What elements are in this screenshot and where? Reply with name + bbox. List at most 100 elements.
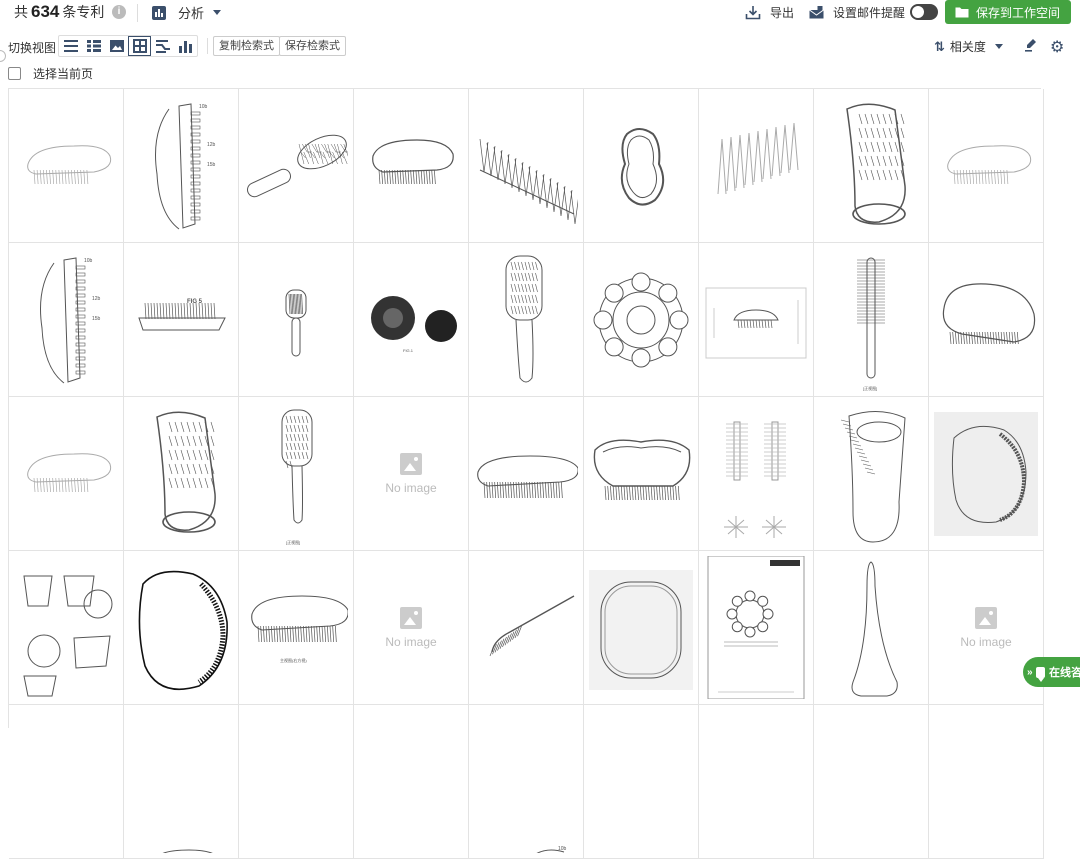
patent-thumbnail[interactable]: [929, 705, 1044, 859]
patent-drawing-image: [589, 570, 693, 690]
patent-image-grid: 10b 12b 15b 10b 12b 15b FIG 5 FIG.1 [正视图] [正视图] N…: [8, 88, 1044, 859]
patent-thumbnail-no-image[interactable]: No image: [354, 397, 469, 551]
patent-thumbnail[interactable]: 10b 12b 15b: [124, 89, 239, 243]
info-icon[interactable]: i: [112, 5, 126, 19]
patent-thumbnail[interactable]: [584, 551, 699, 705]
mail-bell-icon: [809, 6, 824, 19]
patent-thumbnail[interactable]: 主视图(右方视): [239, 551, 354, 705]
patent-drawing-image: 10b: [536, 846, 567, 853]
patent-thumbnail[interactable]: [9, 705, 124, 859]
detail-list-view-button[interactable]: [82, 36, 105, 56]
patent-drawing-image: [162, 849, 213, 853]
svg-text:主视图(右方视): 主视图(右方视): [280, 657, 307, 663]
copy-query-button[interactable]: 复制检索式: [213, 36, 280, 56]
patent-thumbnail[interactable]: 10b 12b 15b: [9, 243, 124, 397]
patent-thumbnail[interactable]: [239, 89, 354, 243]
grid-view-button[interactable]: [128, 36, 151, 56]
chevron-down-icon: [213, 10, 222, 15]
patent-drawing-image: [947, 145, 1032, 185]
svg-text:12b: 12b: [207, 142, 216, 148]
save-to-workspace-button[interactable]: 保存到工作空间: [945, 0, 1071, 24]
patent-thumbnail[interactable]: [929, 89, 1044, 243]
svg-text:FIG.1: FIG.1: [403, 348, 414, 353]
chevron-down-icon: [994, 44, 1003, 49]
patent-drawing-image: [正视图]: [281, 409, 313, 545]
patent-thumbnail[interactable]: [354, 705, 469, 859]
patent-drawing-image: [840, 411, 906, 543]
patent-thumbnail[interactable]: [699, 89, 814, 243]
patent-thumbnail[interactable]: [814, 551, 929, 705]
patent-drawing-image: [244, 710, 348, 853]
patent-thumbnail[interactable]: [正视图]: [239, 397, 354, 551]
patent-thumbnail[interactable]: [699, 243, 814, 397]
patent-thumbnail[interactable]: [正视图]: [814, 243, 929, 397]
patent-thumbnail[interactable]: [584, 705, 699, 859]
patent-drawing-image: [479, 138, 578, 225]
patent-thumbnail[interactable]: [584, 89, 699, 243]
patent-drawing-image: [846, 103, 906, 225]
analysis-dropdown[interactable]: 分析: [152, 3, 222, 22]
patent-thumbnail[interactable]: [584, 397, 699, 551]
no-image-placeholder: No image: [354, 551, 468, 704]
patent-drawing-image: [934, 412, 1038, 536]
download-icon: [745, 6, 761, 20]
patent-thumbnail[interactable]: [929, 397, 1044, 551]
patent-thumbnail[interactable]: FIG.1: [354, 243, 469, 397]
email-alert-setting[interactable]: 设置邮件提醒: [809, 4, 905, 21]
patent-drawing-image: [620, 128, 665, 206]
patent-thumbnail[interactable]: [584, 243, 699, 397]
image-view-button[interactable]: [105, 36, 128, 56]
patent-thumbnail[interactable]: [699, 551, 814, 705]
patent-drawing-image: [724, 421, 786, 538]
patent-drawing-image: [707, 556, 805, 699]
patent-thumbnail[interactable]: [469, 243, 584, 397]
online-chat-button[interactable]: » 在线咨询: [1023, 657, 1080, 687]
patent-thumbnail[interactable]: [929, 243, 1044, 397]
patent-thumbnail[interactable]: [354, 89, 469, 243]
export-button[interactable]: 导出: [745, 4, 794, 21]
save-query-button[interactable]: 保存检索式: [279, 36, 346, 56]
patent-drawing-image: [589, 710, 693, 853]
svg-text:10b: 10b: [84, 258, 93, 264]
patent-thumbnail[interactable]: [124, 705, 239, 859]
compare-view-button[interactable]: [151, 36, 174, 56]
analysis-label: 分析: [178, 6, 205, 21]
patent-thumbnail[interactable]: [469, 397, 584, 551]
patent-thumbnail[interactable]: 10b: [469, 705, 584, 859]
toolbar: 切换视图 复制检索式 保存检索式 ⇅ 相关度 ⚙: [0, 33, 1080, 59]
patent-thumbnail[interactable]: [239, 243, 354, 397]
highlight-pen-icon[interactable]: [1024, 38, 1038, 52]
patent-thumbnail[interactable]: [699, 397, 814, 551]
patent-thumbnail[interactable]: FIG 5: [124, 243, 239, 397]
patent-thumbnail[interactable]: [469, 551, 584, 705]
patent-drawing-image: [851, 561, 898, 697]
select-page-row: 选择当前页: [8, 65, 93, 82]
patent-thumbnail[interactable]: [699, 705, 814, 859]
patent-thumbnail[interactable]: [9, 397, 124, 551]
switch-view-label: 切换视图: [8, 41, 57, 55]
patent-thumbnail[interactable]: [124, 397, 239, 551]
patent-thumbnail[interactable]: [469, 89, 584, 243]
patent-thumbnail-no-image[interactable]: No image: [354, 551, 469, 705]
sort-label: 相关度: [949, 40, 986, 54]
patent-thumbnail[interactable]: [239, 705, 354, 859]
chart-icon: [178, 41, 192, 53]
patent-drawing-image: [505, 255, 543, 383]
patent-drawing-image: FIG 5: [138, 299, 226, 331]
patent-thumbnail[interactable]: [814, 89, 929, 243]
patent-drawing-image: [489, 595, 575, 657]
list-icon: [63, 40, 78, 52]
email-alert-toggle[interactable]: [910, 4, 938, 20]
patent-thumbnail[interactable]: [9, 551, 124, 705]
patent-drawing-image: [27, 145, 112, 185]
list-view-button[interactable]: [59, 36, 82, 56]
select-page-checkbox[interactable]: [8, 67, 21, 80]
patent-thumbnail[interactable]: [9, 89, 124, 243]
patent-thumbnail[interactable]: [124, 551, 239, 705]
patent-thumbnail[interactable]: [814, 397, 929, 551]
chart-view-button[interactable]: [174, 36, 197, 56]
sort-dropdown[interactable]: ⇅ 相关度: [934, 38, 1003, 55]
count-suffix: 条专利: [62, 4, 105, 20]
gear-icon[interactable]: ⚙: [1050, 37, 1064, 57]
patent-thumbnail[interactable]: [814, 705, 929, 859]
